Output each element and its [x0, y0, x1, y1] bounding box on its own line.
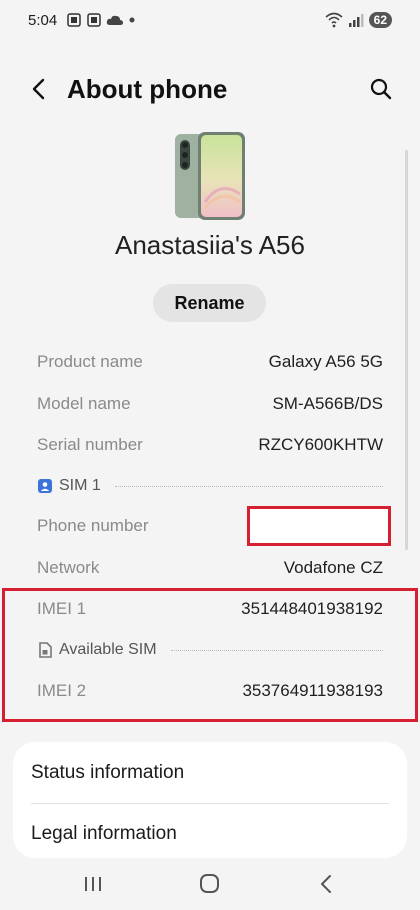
sim1-section-divider: SIM 1: [37, 474, 383, 498]
dotted-divider: [114, 485, 383, 487]
wifi-icon: [325, 12, 343, 28]
more-info-card: Status information Legal information: [13, 742, 407, 858]
screenshot-icon: [87, 13, 101, 27]
status-time: 5:04: [28, 12, 58, 29]
home-icon[interactable]: [196, 872, 224, 896]
card-divider: [31, 803, 389, 804]
cloud-icon: [106, 15, 123, 25]
app-header: About phone: [0, 66, 420, 112]
sim1-label: SIM 1: [59, 477, 101, 494]
serial-number-value: RZCY600KHTW: [258, 435, 383, 454]
rename-button[interactable]: Rename: [153, 284, 266, 322]
product-name-row: Product name Galaxy A56 5G: [37, 347, 383, 377]
serial-number-label: Serial number: [37, 435, 143, 454]
model-name-label: Model name: [37, 394, 131, 413]
legal-information-item[interactable]: Legal information: [31, 823, 177, 845]
phone-device-image: [175, 132, 245, 220]
model-name-value: SM-A566B/DS: [272, 394, 383, 413]
network-value: Vodafone CZ: [283, 558, 383, 577]
search-icon[interactable]: [368, 76, 394, 102]
product-name-label: Product name: [37, 352, 143, 371]
notification-icons: [66, 12, 136, 28]
model-name-row: Model name SM-A566B/DS: [37, 389, 383, 419]
sim-card-icon: [38, 479, 52, 493]
system-status-icons: 62: [325, 12, 392, 28]
back-arrow-icon[interactable]: [26, 74, 54, 104]
phone-number-label: Phone number: [37, 516, 149, 535]
scrollbar[interactable]: [405, 150, 408, 550]
recent-apps-icon[interactable]: [80, 872, 108, 896]
signal-icon: [348, 14, 364, 27]
battery-indicator: 62: [368, 12, 392, 28]
navigation-bar: [0, 858, 420, 910]
status-information-item[interactable]: Status information: [31, 762, 184, 784]
page-title: About phone: [67, 74, 228, 104]
phone-number-redaction-box: [247, 506, 391, 546]
serial-number-row: Serial number RZCY600KHTW: [37, 430, 383, 460]
imei-highlight-frame: [2, 588, 418, 722]
device-name: Anastasiia's A56: [115, 230, 305, 260]
network-label: Network: [37, 558, 100, 577]
network-row: Network Vodafone CZ: [37, 553, 383, 583]
nav-back-icon[interactable]: [313, 872, 341, 896]
dot-icon: [129, 17, 135, 23]
product-name-value: Galaxy A56 5G: [268, 352, 383, 371]
status-bar: 5:04 62: [0, 0, 420, 44]
screenshot-icon: [67, 13, 81, 27]
